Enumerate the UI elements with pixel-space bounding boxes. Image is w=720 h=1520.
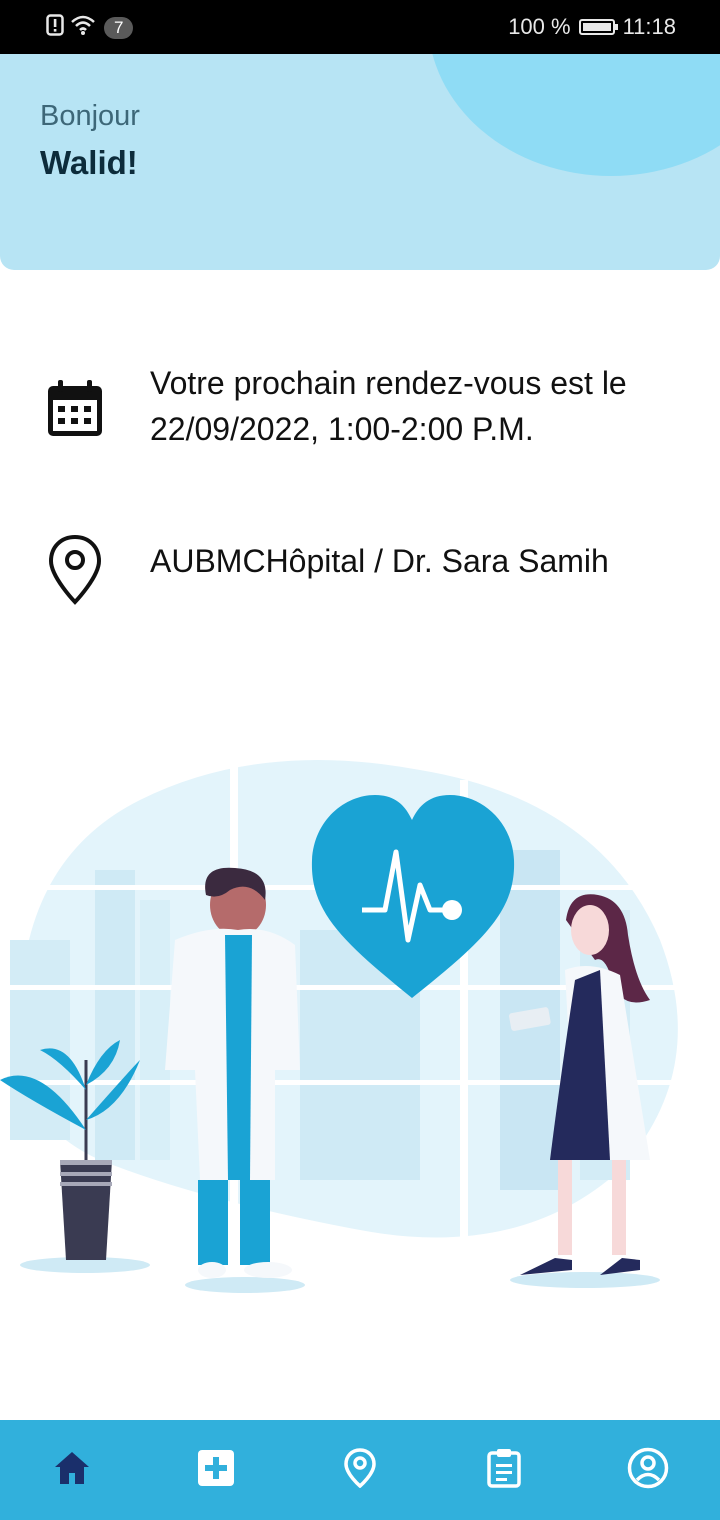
battery-percent: 100 % — [508, 14, 571, 39]
location-text: AUBMCHôpital / Dr. Sara Samih — [150, 543, 609, 579]
bottom-navigation — [0, 1420, 720, 1520]
username-text: Walid! — [40, 144, 138, 181]
nav-profile-button[interactable] — [612, 1434, 684, 1506]
medical-plus-icon — [197, 1449, 235, 1492]
nav-location-button[interactable] — [324, 1434, 396, 1506]
appointment-text: Votre prochain rendez-vous est le 22/09/… — [150, 360, 710, 452]
nav-medical-button[interactable] — [180, 1434, 252, 1506]
greeting-card: Bonjour Walid! — [0, 54, 720, 270]
home-icon — [52, 1449, 92, 1492]
status-bar-left: 7 — [46, 14, 134, 41]
status-bar-right: 100 % 11:18 — [508, 14, 676, 40]
decorative-circle — [428, 54, 720, 176]
appointment-date: 22/09/2022, 1:00-2:00 P.M. — [150, 411, 534, 447]
battery-icon — [578, 19, 618, 35]
greeting-text: Bonjour — [40, 100, 140, 132]
location-icon — [344, 1447, 376, 1493]
clipboard-icon — [487, 1448, 521, 1493]
doctors-illustration — [0, 740, 720, 1300]
clock-time: 11:18 — [622, 14, 676, 39]
nav-records-button[interactable] — [468, 1434, 540, 1506]
alert-icon — [46, 14, 64, 41]
appointment-text-line1: Votre prochain rendez-vous est le — [150, 365, 627, 401]
status-bar: 7 100 % 11:18 — [0, 0, 720, 54]
calendar-icon — [44, 378, 106, 445]
location-pin-icon — [48, 534, 102, 611]
wifi-icon — [70, 14, 96, 41]
nav-home-button[interactable] — [36, 1434, 108, 1506]
notification-count-badge: 7 — [104, 16, 134, 39]
profile-icon — [627, 1447, 669, 1494]
